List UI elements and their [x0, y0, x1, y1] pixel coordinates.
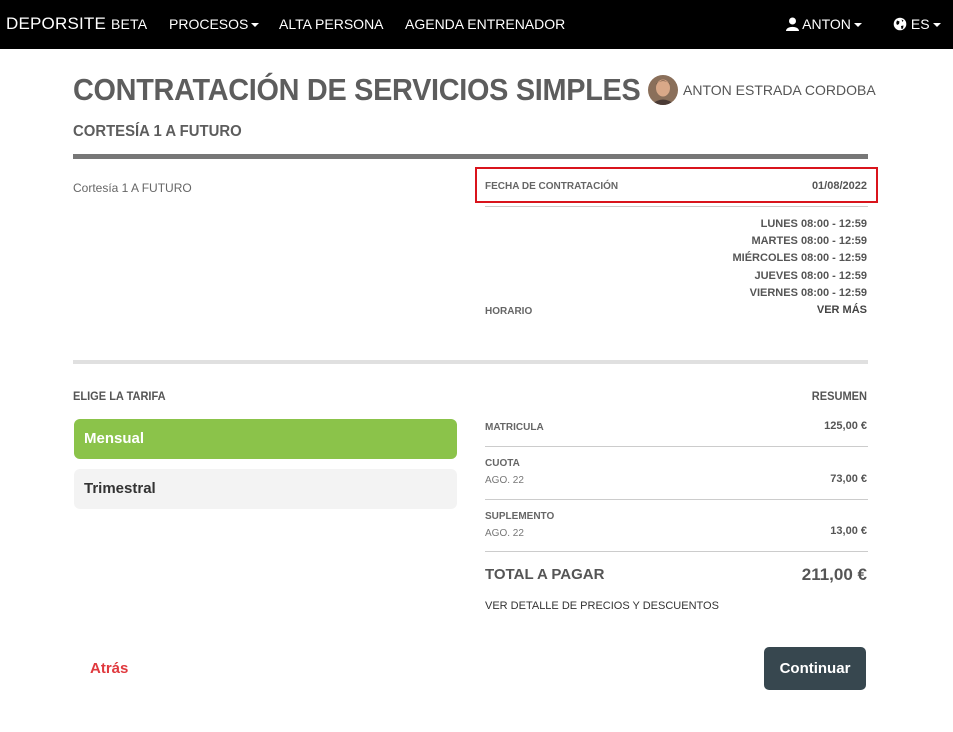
- fecha-contratacion-label: FECHA DE CONTRATACIÓN: [485, 181, 619, 192]
- matricula-label: MATRICULA: [485, 422, 544, 433]
- total-label: TOTAL A PAGAR: [485, 566, 605, 583]
- user-full-name: ANTON ESTRADA CORDOBA: [683, 82, 876, 98]
- suplemento-label: SUPLEMENTO: [485, 511, 555, 522]
- caret-down-icon: [251, 23, 260, 28]
- fecha-contratacion-value[interactable]: 01/08/2022: [812, 180, 867, 192]
- divider: [485, 499, 868, 500]
- nav-procesos-label: PROCESOS: [169, 16, 249, 32]
- user-menu-dropdown[interactable]: ANTON: [786, 16, 862, 32]
- page-title: CONTRATACIÓN DE SERVICIOS SIMPLES: [73, 72, 641, 107]
- user-menu-label: ANTON: [802, 16, 851, 32]
- brand-logo[interactable]: DEPORSITE BETA: [6, 14, 147, 34]
- service-description: Cortesía 1 A FUTURO: [73, 181, 192, 195]
- suplemento-period: AGO. 22: [485, 528, 524, 539]
- caret-down-icon: [853, 23, 862, 28]
- continue-button[interactable]: Continuar: [764, 647, 866, 690]
- top-navbar: DEPORSITE BETA PROCESOS ALTA PERSONA AGE…: [0, 0, 953, 49]
- brand-suffix: BETA: [110, 16, 148, 32]
- globe-icon: [893, 16, 907, 32]
- language-label: ES: [910, 16, 930, 32]
- user-icon: [786, 16, 799, 32]
- horario-label: HORARIO: [485, 306, 533, 317]
- divider: [485, 446, 868, 447]
- avatar: [648, 75, 678, 105]
- matricula-value: 125,00 €: [824, 420, 867, 432]
- section-divider: [73, 360, 868, 364]
- header-divider: [73, 154, 868, 159]
- language-dropdown[interactable]: ES: [893, 16, 941, 32]
- brand-name: DEPORSITE: [6, 14, 107, 33]
- tarifa-option-trimestral[interactable]: Trimestral: [74, 469, 457, 509]
- schedule-line: MARTES 08:00 - 12:59: [751, 235, 867, 247]
- cuota-value: 73,00 €: [830, 473, 867, 485]
- nav-agenda-entrenador[interactable]: AGENDA ENTRENADOR: [405, 16, 565, 32]
- divider: [485, 206, 868, 207]
- divider: [485, 551, 868, 552]
- back-button[interactable]: Atrás: [90, 660, 128, 677]
- total-value: 211,00 €: [801, 565, 867, 584]
- ver-detalle-precios-link[interactable]: VER DETALLE DE PRECIOS Y DESCUENTOS: [485, 600, 719, 612]
- cuota-period: AGO. 22: [485, 475, 524, 486]
- nav-procesos-dropdown[interactable]: PROCESOS: [169, 16, 260, 32]
- suplemento-value: 13,00 €: [830, 525, 867, 537]
- tarifa-option-mensual[interactable]: Mensual: [74, 419, 457, 459]
- resumen-label: RESUMEN: [811, 389, 867, 403]
- ver-mas-link[interactable]: VER MÁS: [817, 304, 867, 316]
- cuota-label: CUOTA: [485, 458, 520, 469]
- nav-alta-persona[interactable]: ALTA PERSONA: [279, 16, 384, 32]
- page-subtitle: CORTESÍA 1 A FUTURO: [73, 123, 242, 140]
- schedule-line: LUNES 08:00 - 12:59: [760, 218, 867, 230]
- schedule-line: VIERNES 08:00 - 12:59: [749, 287, 867, 299]
- elige-tarifa-label: ELIGE LA TARIFA: [73, 389, 166, 403]
- schedule-line: MIÉRCOLES 08:00 - 12:59: [732, 252, 868, 264]
- caret-down-icon: [932, 23, 941, 28]
- schedule-line: JUEVES 08:00 - 12:59: [754, 270, 867, 282]
